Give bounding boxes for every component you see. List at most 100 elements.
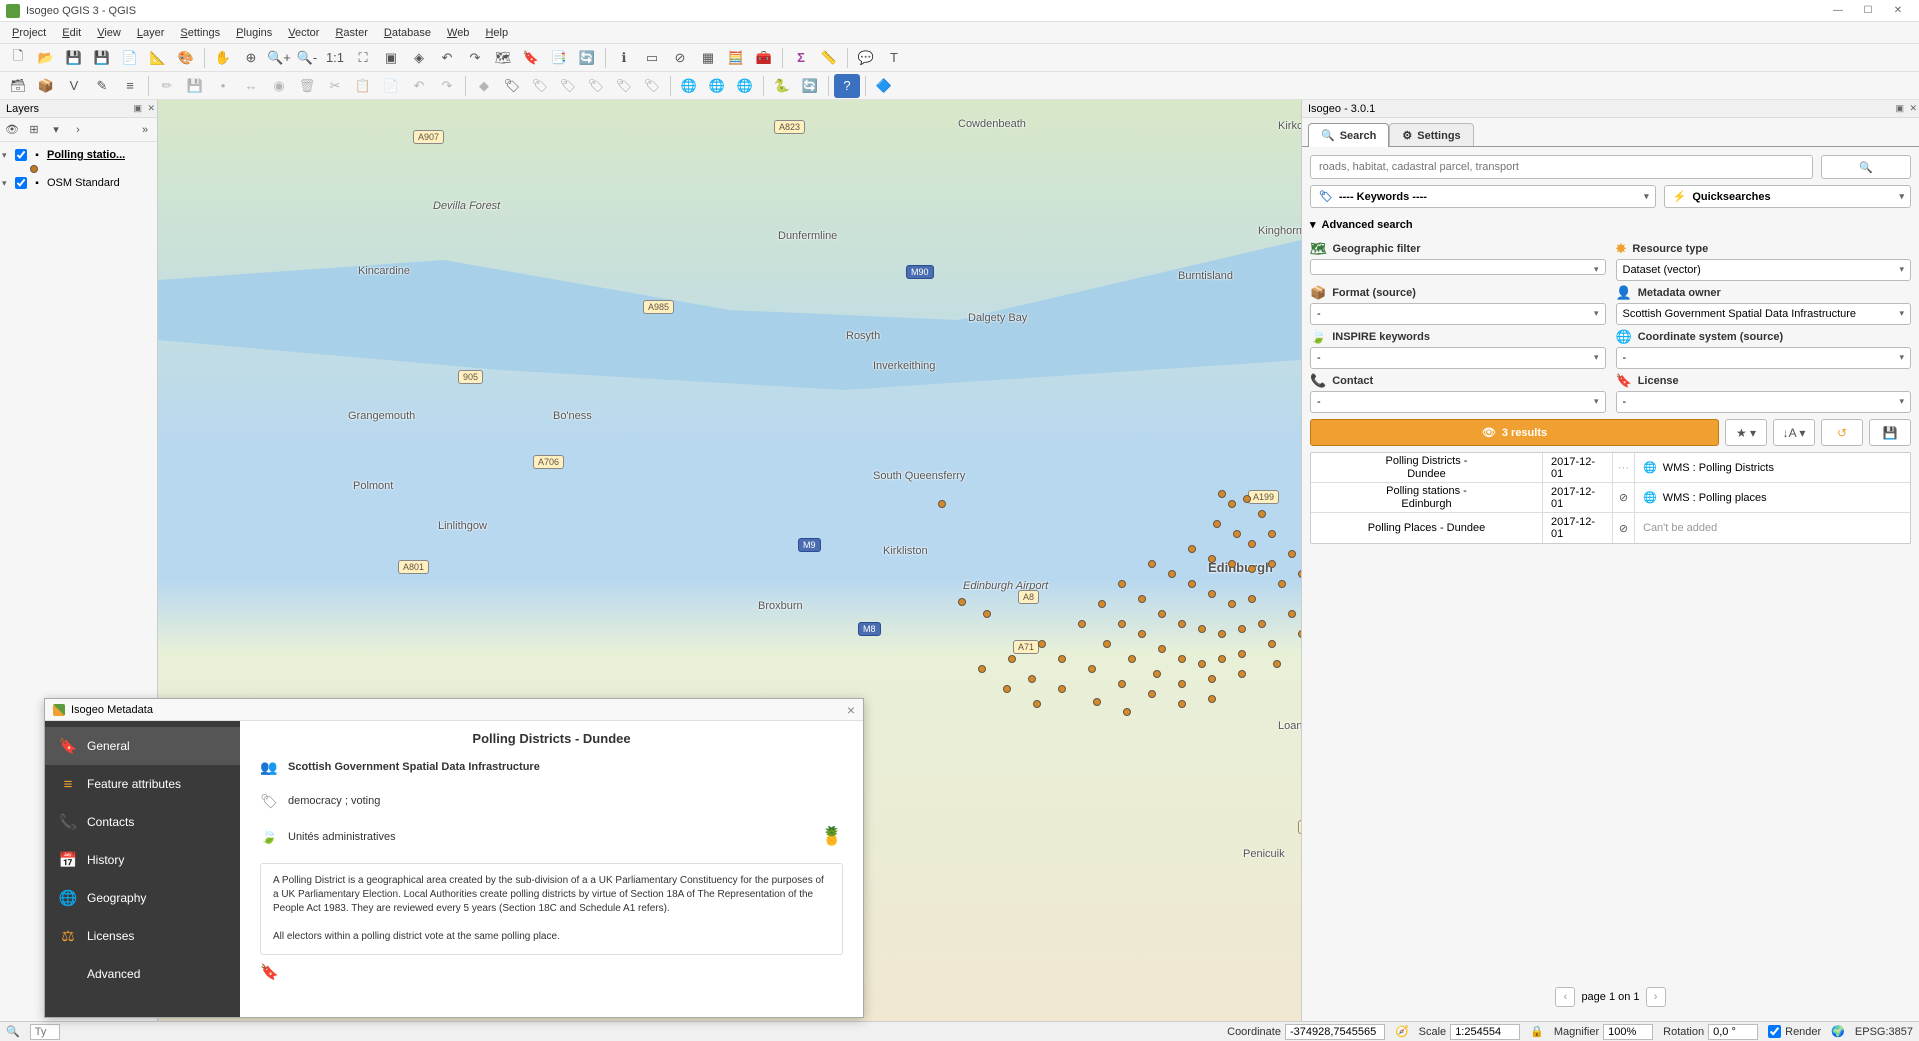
result-row[interactable]: Polling stations -Edinburgh2017-12-01⊘🌐W…	[1311, 483, 1910, 513]
metadata-nav-licenses[interactable]: ⚖Licenses	[45, 917, 240, 955]
pan-icon[interactable]: ✋	[210, 46, 236, 70]
zoom-last-icon[interactable]: ↶	[434, 46, 460, 70]
menu-database[interactable]: Database	[376, 24, 439, 42]
annotation-icon[interactable]: T	[881, 46, 907, 70]
label-icon[interactable]: 🏷	[499, 74, 525, 98]
web-osm3-icon[interactable]: 🌐	[732, 74, 758, 98]
move-feature-icon[interactable]: ↔	[238, 74, 264, 98]
select-icon[interactable]: ▭	[639, 46, 665, 70]
metadata-nav-geography[interactable]: 🌐Geography	[45, 879, 240, 917]
toggle-edit-icon[interactable]: ✏	[154, 74, 180, 98]
expand-all-icon[interactable]: ›	[68, 120, 88, 140]
tree-toggle-icon[interactable]: ▾	[2, 150, 12, 161]
scale-input[interactable]	[1450, 1024, 1520, 1040]
deselect-icon[interactable]: ⊘	[667, 46, 693, 70]
zoom-next-icon[interactable]: ↷	[462, 46, 488, 70]
paste-icon[interactable]: 📄	[378, 74, 404, 98]
results-button[interactable]: 👁3 results	[1310, 419, 1719, 446]
filter-select[interactable]: -	[1310, 303, 1606, 325]
open-project-icon[interactable]: 📂	[33, 46, 59, 70]
epsg-label[interactable]: EPSG:3857	[1855, 1026, 1913, 1038]
label3-icon[interactable]: 🏷	[555, 74, 581, 98]
close-button[interactable]: ✕	[1883, 1, 1913, 21]
tab-settings[interactable]: ⚙Settings	[1389, 123, 1473, 147]
metadata-dialog-title[interactable]: Isogeo Metadata ×	[45, 699, 863, 721]
favorite-button[interactable]: ★ ▾	[1725, 419, 1767, 446]
filter-select[interactable]: -	[1616, 391, 1912, 413]
menu-project[interactable]: Project	[4, 24, 54, 42]
menu-web[interactable]: Web	[439, 24, 477, 42]
menu-layer[interactable]: Layer	[129, 24, 173, 42]
quicksearch-select[interactable]: ⚡Quicksearches▾	[1664, 185, 1911, 208]
save-edits-icon[interactable]: 💾	[182, 74, 208, 98]
layer-checkbox[interactable]	[15, 177, 27, 189]
data-source-icon[interactable]: 🗃	[5, 74, 31, 98]
metadata-close-icon[interactable]: ×	[847, 702, 855, 718]
python-icon[interactable]: 🐍	[769, 74, 795, 98]
digitize-icon[interactable]: ◆	[471, 74, 497, 98]
undo-icon[interactable]: ↶	[406, 74, 432, 98]
label4-icon[interactable]: 🏷	[583, 74, 609, 98]
help-icon[interactable]: ?	[834, 74, 860, 98]
new-project-icon[interactable]: 🗋	[5, 46, 31, 70]
style-manager-icon[interactable]: 🎨	[173, 46, 199, 70]
measure-icon[interactable]: 📏	[816, 46, 842, 70]
delete-icon[interactable]: 🗑	[294, 74, 320, 98]
label2-icon[interactable]: 🏷	[527, 74, 553, 98]
filter-select[interactable]: -	[1310, 391, 1606, 413]
metadata-nav-advanced[interactable]: Advanced	[45, 955, 240, 993]
zoom-layer-icon[interactable]: ◈	[406, 46, 432, 70]
show-bookmarks-icon[interactable]: 📑	[546, 46, 572, 70]
identify-icon[interactable]: ℹ	[611, 46, 637, 70]
refresh-icon[interactable]: 🔄	[574, 46, 600, 70]
menu-settings[interactable]: Settings	[172, 24, 228, 42]
advanced-search-toggle[interactable]: ▾Advanced search	[1310, 214, 1911, 235]
maximize-button[interactable]: ☐	[1853, 1, 1883, 21]
lock-icon[interactable]: 🔒	[1530, 1025, 1544, 1038]
save-project-icon[interactable]: 💾	[61, 46, 87, 70]
filter-select[interactable]: -	[1310, 347, 1606, 369]
label6-icon[interactable]: 🏷	[639, 74, 665, 98]
extent-icon[interactable]: 🧭	[1395, 1025, 1409, 1038]
field-calc-icon[interactable]: 🧮	[723, 46, 749, 70]
zoom-selection-icon[interactable]: ▣	[378, 46, 404, 70]
layer-checkbox[interactable]	[15, 149, 27, 161]
render-checkbox[interactable]	[1768, 1025, 1781, 1038]
stats-icon[interactable]: Σ	[788, 46, 814, 70]
page-next-button[interactable]: ›	[1646, 987, 1666, 1007]
metadata-nav-contacts[interactable]: 📞Contacts	[45, 803, 240, 841]
new-bookmark-icon[interactable]: 🔖	[518, 46, 544, 70]
reset-button[interactable]: ↺	[1821, 419, 1863, 446]
tree-toggle-icon[interactable]: ▾	[2, 178, 12, 189]
new-geopackage-icon[interactable]: 📦	[33, 74, 59, 98]
new-layout-icon[interactable]: 📐	[145, 46, 171, 70]
magnifier-input[interactable]	[1603, 1024, 1653, 1040]
isogeo-undock-icon[interactable]: ▣	[1895, 103, 1904, 114]
style-icon[interactable]: 👁	[2, 120, 22, 140]
maptips-icon[interactable]: 💬	[853, 46, 879, 70]
copy-icon[interactable]: 📋	[350, 74, 376, 98]
menu-vector[interactable]: Vector	[280, 24, 327, 42]
menu-view[interactable]: View	[89, 24, 129, 42]
result-row[interactable]: Polling Districts -Dundee2017-12-01⋯🌐WMS…	[1311, 453, 1910, 483]
label5-icon[interactable]: 🏷	[611, 74, 637, 98]
menu-help[interactable]: Help	[477, 24, 516, 42]
filter-legend-icon[interactable]: ▾	[46, 120, 66, 140]
node-tool-icon[interactable]: ◉	[266, 74, 292, 98]
toolbox-icon[interactable]: 🧰	[751, 46, 777, 70]
new-virtual-icon[interactable]: ≡	[117, 74, 143, 98]
menu-edit[interactable]: Edit	[54, 24, 89, 42]
isogeo-plugin-icon[interactable]: 🔷	[871, 74, 897, 98]
filter-select[interactable]: Scottish Government Spatial Data Infrast…	[1616, 303, 1912, 325]
zoom-full-icon[interactable]: ⛶	[350, 46, 376, 70]
layout-manager-icon[interactable]: 📄	[117, 46, 143, 70]
layer-item[interactable]: ▾▪OSM Standard	[2, 174, 155, 192]
filter-select[interactable]: Dataset (vector)	[1616, 259, 1912, 281]
minimize-button[interactable]: —	[1823, 1, 1853, 21]
bookmark-icon[interactable]: 🔖	[260, 964, 279, 981]
attribute-table-icon[interactable]: ▦	[695, 46, 721, 70]
metadata-nav-history[interactable]: 📅History	[45, 841, 240, 879]
new-spatialite-icon[interactable]: ✎	[89, 74, 115, 98]
save-search-button[interactable]: 💾	[1869, 419, 1911, 446]
new-shapefile-icon[interactable]: V	[61, 74, 87, 98]
